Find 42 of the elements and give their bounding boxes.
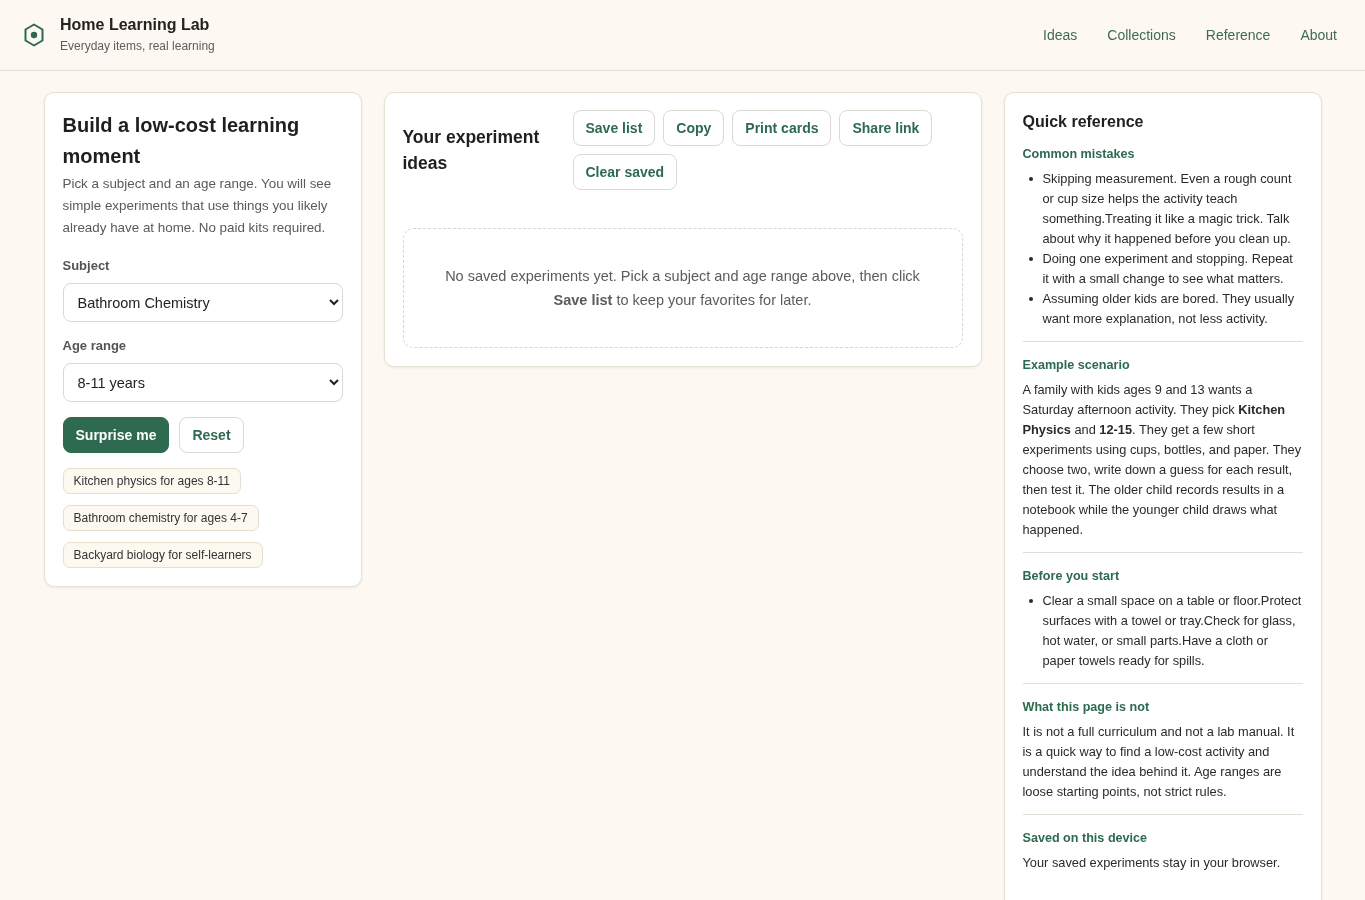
list-item-text: Assuming older kids are bored. They usually want more explanation, not less activity. [1042, 290, 1296, 328]
site-tagline: Everyday items, real learning [60, 37, 215, 54]
section-heading: Before you start [1022, 568, 1121, 585]
bullet-icon [1028, 297, 1033, 301]
list-item-text: Clear a small space on a table or floor.Protect surfaces with a towel or tray.Check for glass, hot water, or small parts.Have a cloth or paper towels ready for spills. [1042, 592, 1303, 670]
action-button[interactable]: Clear saved [572, 154, 678, 190]
card-title: Build a low-cost learning moment [62, 113, 301, 169]
section-paragraph: A family with kids ages 9 and 13 wants a Saturday afternoon activity. They pick Kitchen Physics and 12-15. They get a few short experiments using cups, bottles, and paper. They choose two, write down a guess for each result, then test it. The older child records results in a notebook while the younger child draws what happened. [1022, 381, 1303, 539]
empty-state-message: No saved experiments yet. Pick a subject and age range above, then click Save list to keep your favorites for later. [444, 267, 921, 310]
dropdown-field[interactable]: 8-11 years [62, 363, 343, 402]
bullet-icon [1028, 257, 1033, 261]
action-button[interactable]: Reset [179, 417, 244, 453]
field-label: Age range [62, 337, 128, 355]
nav-link[interactable]: Ideas [1043, 27, 1078, 43]
action-button[interactable]: Surprise me [62, 417, 170, 453]
nav-link[interactable]: Collections [1107, 27, 1176, 43]
nav-link[interactable]: Reference [1205, 27, 1271, 43]
suggestion-chip[interactable]: Bathroom chemistry for ages 4-7 [62, 505, 259, 531]
site-title: Home Learning Lab [60, 14, 211, 35]
action-button[interactable]: Save list [572, 110, 656, 146]
hexagon-logo-icon [24, 23, 44, 47]
section-heading: Saved on this device [1022, 830, 1149, 847]
section-heading: Example scenario [1022, 357, 1131, 374]
card-title: Quick reference [1022, 112, 1145, 132]
suggestion-chip[interactable]: Backyard biology for self-learners [62, 542, 263, 568]
suggestion-chip[interactable]: Kitchen physics for ages 8-11 [62, 468, 242, 494]
bullet-icon [1028, 599, 1033, 603]
action-button[interactable]: Share link [839, 110, 933, 146]
nav-link[interactable]: About [1300, 27, 1337, 43]
section-paragraph: Your saved experiments stay in your browser. [1022, 854, 1282, 872]
dropdown-field[interactable]: Bathroom Chemistry [62, 283, 343, 322]
list-item-text: Skipping measurement. Even a rough count or cup size helps the activity teach something.Treating it like a magic trick. Talk about why it happened before you clean up. [1042, 170, 1293, 248]
action-button[interactable]: Copy [663, 110, 725, 146]
bullet-icon [1028, 177, 1033, 181]
list-item-text: Doing one experiment and stopping. Repeat it with a small change to see what matters. [1042, 250, 1294, 288]
field-label: Subject [62, 257, 111, 275]
section-heading: Common mistakes [1022, 146, 1136, 163]
action-button[interactable]: Print cards [732, 110, 832, 146]
section-paragraph: It is not a full curriculum and not a lab manual. It is a quick way to find a low-cost activity and understand the idea behind it. Age ranges are loose starting points, not strict rules. [1022, 723, 1296, 801]
card-description: Pick a subject and an age range. You will see simple experiments that use things you likely already have at home. No paid kits required. [62, 175, 333, 237]
section-heading: What this page is not [1022, 699, 1151, 716]
card-title: Your experiment ideas [402, 126, 541, 175]
